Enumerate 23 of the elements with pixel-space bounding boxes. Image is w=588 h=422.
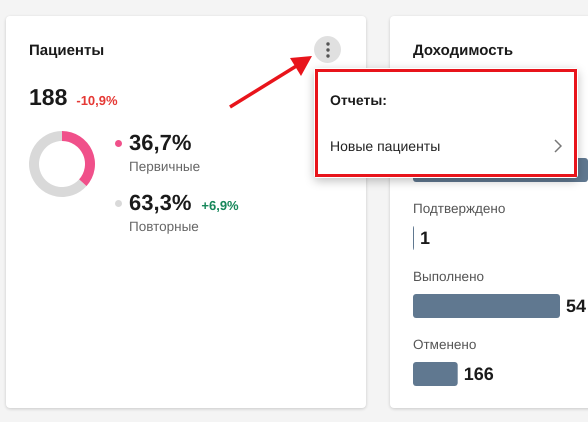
- legend-label: Первичные: [129, 158, 200, 176]
- legend-label: Повторные: [129, 218, 200, 236]
- chevron-right-icon: [554, 139, 562, 153]
- count-value: 166: [464, 364, 494, 384]
- bar: [413, 362, 458, 386]
- patient-count: 188: [29, 83, 68, 111]
- status-label: Выполнено: [413, 268, 486, 286]
- card-title: Доходимость: [413, 41, 514, 61]
- change-percent: -10,9%: [76, 93, 118, 108]
- menu-item[interactable]: Новые пациенты: [330, 138, 562, 154]
- more-options-button[interactable]: [314, 36, 341, 63]
- menu-heading: Отчеты:: [330, 91, 388, 110]
- change-percent: +6,9%: [201, 198, 239, 213]
- card-title: Пациенты: [29, 41, 104, 61]
- donut-chart: [29, 131, 95, 197]
- status-label: Отменено: [413, 336, 478, 354]
- percent-value: 36,7%: [129, 129, 192, 157]
- percent-value: 63,3%: [129, 189, 192, 217]
- more-icon: [326, 42, 330, 58]
- count-value: 54: [566, 296, 586, 316]
- count-value: 1: [420, 228, 430, 248]
- status-label: Подтверждено: [413, 200, 506, 218]
- donut-slice: [62, 131, 95, 186]
